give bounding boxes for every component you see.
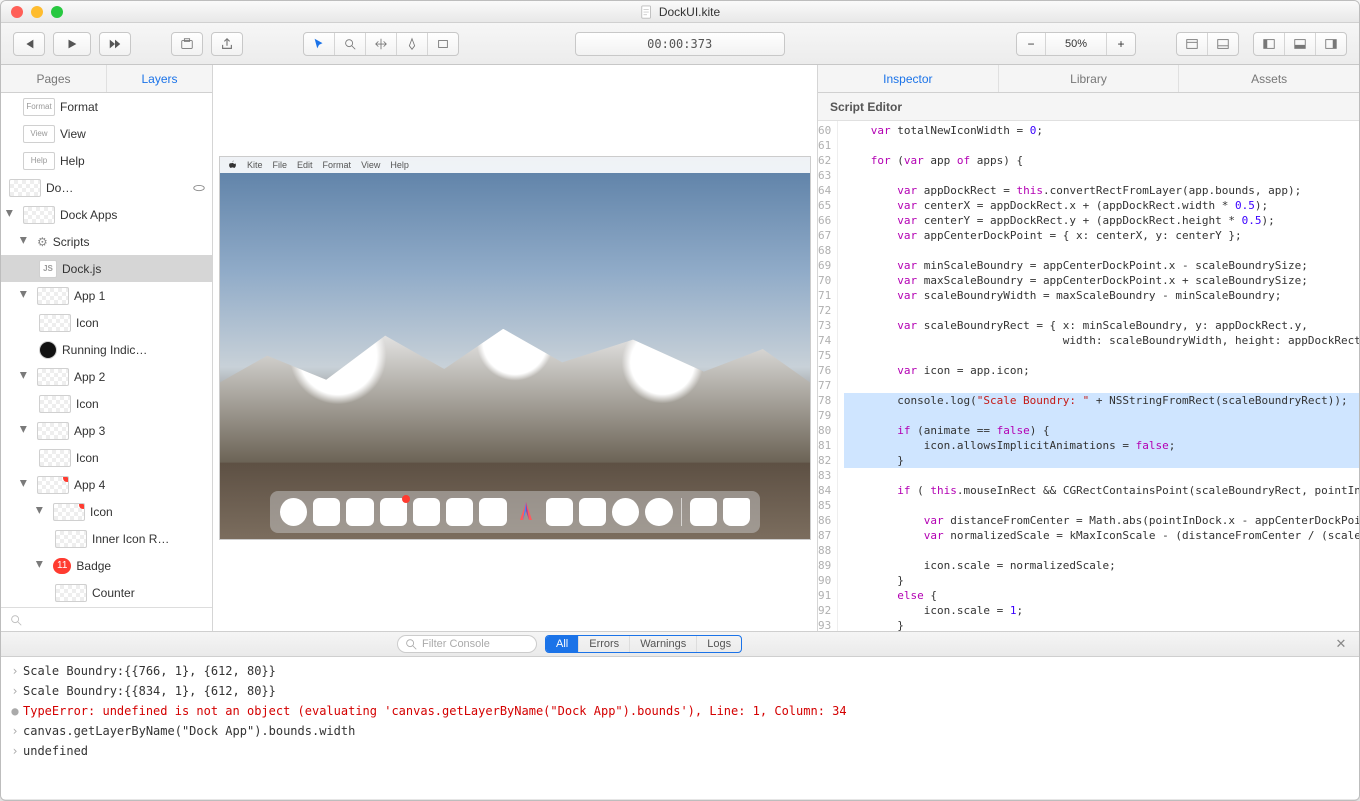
layer-running-indic[interactable]: Running Indic… [1, 336, 212, 363]
kite-icon [513, 498, 540, 526]
zoom-icon[interactable] [51, 6, 63, 18]
console-filter-seg[interactable]: All Errors Warnings Logs [545, 635, 742, 653]
tab-inspector[interactable]: Inspector [818, 65, 998, 92]
layer-app3[interactable]: App 3 [1, 417, 212, 444]
code-editor[interactable]: 6061626364656667686970717273747576777879… [818, 121, 1359, 631]
code-gutter: 6061626364656667686970717273747576777879… [818, 121, 838, 631]
preview-menubar: Kite File Edit Format View Help [220, 157, 810, 173]
pan-tool[interactable] [366, 37, 396, 51]
layer-app4-icon[interactable]: Icon [1, 498, 212, 525]
preview-window: Kite File Edit Format View Help [219, 156, 811, 540]
console-close-button[interactable]: ✕ [1331, 636, 1351, 652]
code-body[interactable]: var totalNewIconWidth = 0; for (var app … [838, 121, 1359, 631]
sidebar-tabs: Pages Layers [1, 65, 212, 93]
share-button[interactable] [211, 32, 243, 56]
layer-counter[interactable]: Counter [1, 579, 212, 606]
traffic-lights [11, 6, 63, 18]
layer-app3-icon[interactable]: Icon [1, 444, 212, 471]
apple-icon [228, 160, 237, 171]
play-button[interactable] [53, 32, 91, 56]
console-toolbar: Filter Console All Errors Warnings Logs … [1, 631, 1359, 657]
console-tab-all[interactable]: All [546, 636, 578, 652]
console-tab-warnings[interactable]: Warnings [629, 636, 696, 652]
window-title: DockUI.kite [640, 5, 720, 19]
fast-forward-button[interactable] [99, 32, 131, 56]
inspector-panel: Inspector Library Assets Script Editor 6… [817, 65, 1359, 631]
app-window: DockUI.kite [0, 0, 1360, 801]
sidebar-search[interactable] [1, 607, 212, 631]
zoom-value: 50% [1046, 38, 1106, 50]
layer-format[interactable]: FormatFormat [1, 93, 212, 120]
tab-pages[interactable]: Pages [1, 65, 106, 92]
js-icon [39, 260, 57, 278]
zoom-out-button[interactable]: − [1017, 37, 1045, 51]
rewind-button[interactable] [13, 32, 45, 56]
layer-list[interactable]: FormatFormat ViewView HelpHelp Do… Dock … [1, 93, 212, 607]
rect-tool[interactable] [428, 37, 458, 51]
scripts-icon [37, 235, 48, 249]
pen-tool[interactable] [397, 37, 427, 51]
tab-assets[interactable]: Assets [1178, 65, 1359, 92]
preview-dock [270, 491, 760, 533]
document-icon [640, 5, 654, 19]
search-icon [9, 613, 23, 627]
tool-segmented[interactable] [303, 32, 459, 56]
zoom-tool[interactable] [335, 37, 365, 51]
search-icon [404, 637, 418, 651]
console-filter-placeholder: Filter Console [422, 638, 490, 650]
link-icon [192, 181, 206, 195]
layer-view[interactable]: ViewView [1, 120, 212, 147]
panel-toggle-right[interactable] [1253, 32, 1347, 56]
console-output[interactable]: ›Scale Boundry:{{766, 1}, {612, 80}}›Sca… [1, 657, 1359, 799]
layer-do[interactable]: Do… [1, 174, 212, 201]
sidebar: Pages Layers FormatFormat ViewView HelpH… [1, 65, 213, 631]
zoom-stepper[interactable]: − 50% + [1016, 32, 1136, 56]
console-tab-logs[interactable]: Logs [696, 636, 741, 652]
layer-dockjs[interactable]: Dock.js [1, 255, 212, 282]
layer-help[interactable]: HelpHelp [1, 147, 212, 174]
close-icon[interactable] [11, 6, 23, 18]
layer-badge[interactable]: 11Badge [1, 552, 212, 579]
layer-dock-apps[interactable]: Dock Apps [1, 201, 212, 228]
tab-layers[interactable]: Layers [106, 65, 212, 92]
tab-library[interactable]: Library [998, 65, 1179, 92]
export-button[interactable] [171, 32, 203, 56]
console-tab-errors[interactable]: Errors [578, 636, 629, 652]
layer-app4[interactable]: App 4 [1, 471, 212, 498]
toolbar: 00:00:373 − 50% + [1, 23, 1359, 65]
badge-pill: 11 [53, 558, 71, 574]
layer-app2-icon[interactable]: Icon [1, 390, 212, 417]
console-filter-input[interactable]: Filter Console [397, 635, 537, 653]
layer-app1-icon[interactable]: Icon [1, 309, 212, 336]
zoom-in-button[interactable]: + [1107, 37, 1135, 51]
layer-app2[interactable]: App 2 [1, 363, 212, 390]
timecode-text: 00:00:373 [647, 37, 712, 51]
select-tool[interactable] [304, 37, 334, 51]
window-title-text: DockUI.kite [659, 5, 720, 19]
layer-app1[interactable]: App 1 [1, 282, 212, 309]
timecode-display[interactable]: 00:00:373 [575, 32, 785, 56]
layer-inner-icon[interactable]: Inner Icon R… [1, 525, 212, 552]
titlebar: DockUI.kite [1, 1, 1359, 23]
minimize-icon[interactable] [31, 6, 43, 18]
canvas[interactable]: Kite File Edit Format View Help [213, 65, 817, 631]
layer-scripts-folder[interactable]: Scripts [1, 228, 212, 255]
script-editor-header: Script Editor [818, 93, 1359, 121]
inspector-tabs: Inspector Library Assets [818, 65, 1359, 93]
panel-toggle-left[interactable] [1176, 32, 1239, 56]
